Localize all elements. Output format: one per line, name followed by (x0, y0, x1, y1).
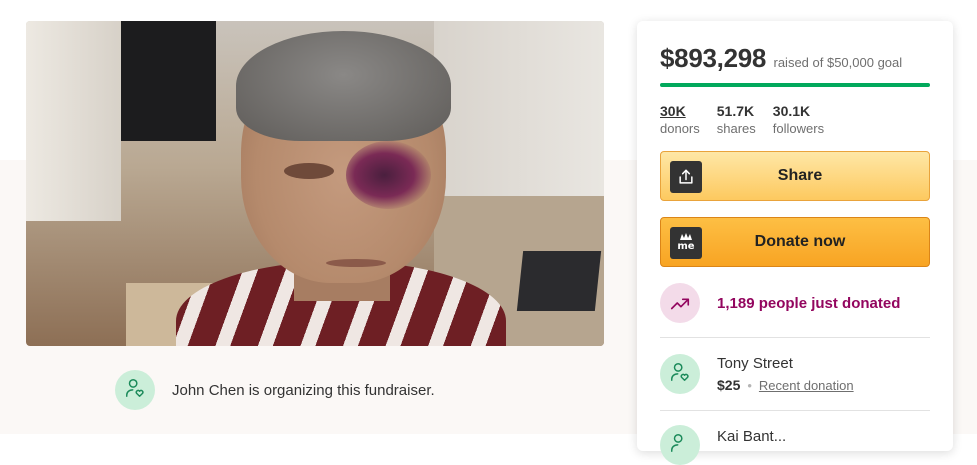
stat-followers: 30.1K followers (773, 103, 824, 137)
stat-followers-value: 30.1K (772, 103, 811, 119)
donor-meta: $25 • Recent donation (717, 374, 854, 397)
share-button[interactable]: Share (660, 151, 930, 201)
recent-donation-link[interactable]: Recent donation (759, 378, 854, 393)
stat-shares: 51.7K shares (717, 103, 756, 137)
photo-curtain-right (434, 21, 604, 196)
raised-amount: $893,298 (660, 43, 767, 73)
fundraiser-hero-photo[interactable] (26, 21, 604, 346)
stat-donors-value[interactable]: 30K (660, 103, 700, 120)
separator-dot: • (747, 378, 752, 393)
stat-donors[interactable]: 30K donors (660, 103, 700, 137)
progress-bar (660, 83, 930, 87)
organizer-avatar (115, 370, 155, 410)
stat-donors-label: donors (660, 121, 700, 136)
just-donated-text: 1,189 people just donated (717, 294, 901, 312)
stat-followers-label: followers (772, 121, 825, 136)
donor-name: Tony Street (717, 355, 793, 372)
photo-mouth (326, 259, 386, 267)
donor-info: Tony Street $25 • Recent donation (717, 354, 854, 397)
user-heart-icon (124, 377, 146, 404)
divider (660, 410, 930, 411)
divider (660, 337, 930, 338)
photo-curtain-left (26, 21, 121, 221)
share-upload-icon (670, 161, 702, 193)
organizer-line: John Chen is organizing this fundraiser. (115, 370, 435, 410)
user-heart-icon (669, 361, 691, 388)
progress-bar-fill (660, 83, 930, 87)
user-heart-icon (669, 432, 691, 459)
donation-list-item: Tony Street $25 • Recent donation (660, 354, 854, 397)
donor-name: Kai Bant... (717, 428, 787, 445)
just-donated-row[interactable]: 1,189 people just donated (660, 283, 900, 323)
donation-list-item: Kai Bant... (660, 425, 786, 465)
organizer-text: John Chen is organizing this fundraiser. (172, 381, 435, 399)
donation-card: $893,298 raised of $50,000 goal 30K dono… (637, 21, 953, 465)
photo-window (121, 21, 216, 141)
raised-summary: $893,298 raised of $50,000 goal (660, 43, 902, 74)
donor-amount: $25 (717, 377, 741, 393)
gofundme-logo-text: me (677, 241, 695, 252)
goal-text: raised of $50,000 goal (773, 55, 903, 70)
photo-hair (236, 31, 451, 141)
photo-bruised-eye (346, 141, 431, 209)
donor-avatar (660, 354, 700, 394)
trending-up-icon (660, 283, 700, 323)
stats-row: 30K donors 51.7K shares 30.1K followers (660, 103, 841, 137)
photo-eye (284, 163, 334, 179)
gofundme-logo-icon: me (670, 227, 702, 259)
stat-shares-label: shares (716, 121, 756, 136)
donor-avatar (660, 425, 700, 465)
donate-now-button[interactable]: me Donate now (660, 217, 930, 267)
photo-dvd-case (516, 251, 602, 311)
stat-shares-value: 51.7K (716, 103, 755, 119)
